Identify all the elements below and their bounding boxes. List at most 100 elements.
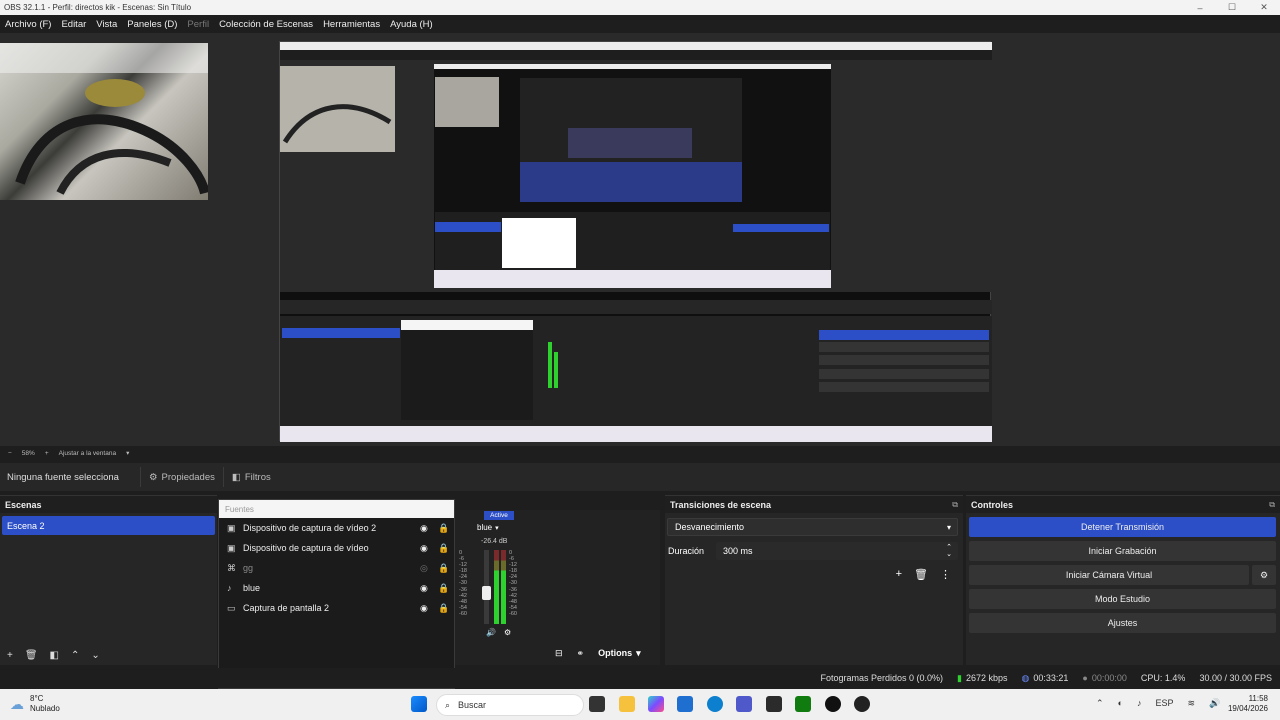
spinner-icon[interactable]: ⌃ ⌄ bbox=[946, 544, 952, 558]
volume-slider-handle[interactable] bbox=[482, 586, 491, 600]
zoom-out-button[interactable]: − bbox=[8, 450, 12, 457]
volume-icon[interactable]: 🔊 bbox=[1209, 698, 1220, 709]
properties-button[interactable]: ⚙ Propiedades bbox=[140, 467, 223, 487]
window-title: OBS 32.1.1 - Perfil: directos kik - Esce… bbox=[4, 3, 192, 12]
start-recording-button[interactable]: Iniciar Grabación bbox=[969, 541, 1276, 561]
menu-editar[interactable]: Editar bbox=[56, 19, 91, 30]
chevron-down-icon[interactable]: ▾ bbox=[495, 524, 499, 532]
weather-temp: 8°C bbox=[30, 694, 44, 703]
task-view-icon[interactable] bbox=[589, 696, 605, 712]
edge-icon[interactable] bbox=[707, 696, 723, 712]
tray-app-icon[interactable]: ◐ bbox=[1118, 698, 1123, 709]
minimize-icon[interactable]: – bbox=[1184, 0, 1216, 15]
stream-icon: ◍ bbox=[1021, 672, 1030, 683]
no-source-label: Ninguna fuente selecciona bbox=[7, 471, 119, 483]
lock-icon[interactable]: 🔒 bbox=[438, 563, 449, 574]
xbox-icon[interactable] bbox=[795, 696, 811, 712]
move-down-icon[interactable]: ⌄ bbox=[91, 650, 99, 661]
close-icon[interactable]: ✕ bbox=[1248, 0, 1280, 15]
source-item[interactable]: ▣ Dispositivo de captura de vídeo ◉ 🔒 bbox=[219, 538, 454, 558]
copilot-icon[interactable] bbox=[648, 696, 664, 712]
mic-icon[interactable]: ♪ bbox=[1137, 698, 1142, 709]
trash-icon[interactable]: 🗑 bbox=[914, 568, 928, 581]
webcam-video-preview bbox=[0, 43, 210, 200]
meter-tick-label: -60 bbox=[459, 610, 467, 617]
source-label: Dispositivo de captura de vídeo 2 bbox=[243, 523, 377, 533]
source-item[interactable]: ▣ Dispositivo de captura de vídeo 2 ◉ 🔒 bbox=[219, 518, 454, 538]
source-label: Dispositivo de captura de vídeo bbox=[243, 543, 369, 553]
properties-label: Propiedades bbox=[161, 471, 215, 483]
eye-icon[interactable]: ◉ bbox=[420, 523, 428, 534]
scenes-footer: + 🗑 ◧ ⌃ ⌄ bbox=[0, 645, 100, 665]
gear-icon[interactable]: ⚙ bbox=[1252, 565, 1276, 585]
menu-bar: Archivo (F) Editar Vista Paneles (D) Per… bbox=[0, 15, 1280, 33]
eye-icon[interactable]: ◉ bbox=[420, 603, 428, 614]
source-item[interactable]: ⌘ gg ◎ 🔒 bbox=[219, 558, 454, 578]
chevron-down-icon[interactable]: ▾ bbox=[126, 449, 129, 457]
settings-button[interactable]: Ajustes bbox=[969, 613, 1276, 633]
mixer-footer: ⊟ ⚭ Options ▾ bbox=[555, 648, 641, 659]
clock-date: 19/04/2026 bbox=[1227, 704, 1268, 713]
trash-icon[interactable]: 🗑 bbox=[25, 650, 38, 661]
add-icon[interactable]: + bbox=[7, 650, 13, 661]
stop-streaming-button[interactable]: Detener Transmisión bbox=[969, 517, 1276, 537]
lock-icon[interactable]: 🔒 bbox=[438, 523, 449, 534]
source-item[interactable]: ♪ blue ◉ 🔒 bbox=[219, 578, 454, 598]
store-icon[interactable] bbox=[677, 696, 693, 712]
language-indicator[interactable]: ESP bbox=[1155, 698, 1173, 709]
tiktok-icon[interactable] bbox=[825, 696, 841, 712]
meter-tick-label: -30 bbox=[459, 580, 467, 587]
taskbar-search[interactable]: ⌕ Buscar bbox=[436, 694, 584, 716]
menu-coleccion-escenas[interactable]: Colección de Escenas bbox=[214, 19, 318, 30]
lock-icon[interactable]: 🔒 bbox=[438, 543, 449, 554]
teams-icon[interactable] bbox=[736, 696, 752, 712]
zoom-fit-label[interactable]: Ajustar a la ventana bbox=[59, 450, 116, 457]
start-virtual-camera-button[interactable]: Iniciar Cámara Virtual bbox=[969, 565, 1249, 585]
clock-time: 11:58 bbox=[1248, 694, 1268, 703]
lock-icon[interactable]: 🔒 bbox=[438, 583, 449, 594]
menu-ayuda[interactable]: Ayuda (H) bbox=[385, 19, 438, 30]
eye-icon[interactable]: ◉ bbox=[420, 583, 428, 594]
file-explorer-icon[interactable] bbox=[619, 696, 635, 712]
chevron-up-icon[interactable]: ⌃ bbox=[1096, 698, 1104, 709]
meter-tick-label: -60 bbox=[509, 610, 517, 617]
system-tray: ⌃ ◐ ♪ ESP ≋ 🔊 bbox=[1096, 698, 1220, 709]
eye-icon[interactable]: ◉ bbox=[420, 543, 428, 554]
move-up-icon[interactable]: ⌃ bbox=[71, 650, 79, 661]
clock[interactable]: 11:58 19/04/2026 bbox=[1224, 694, 1268, 714]
lock-icon[interactable]: 🔒 bbox=[438, 603, 449, 614]
maximize-icon[interactable]: ☐ bbox=[1216, 0, 1248, 15]
zoom-in-button[interactable]: + bbox=[45, 450, 49, 457]
link-icon[interactable]: ⚭ bbox=[577, 648, 585, 659]
transition-selected: Desvanecimiento bbox=[675, 522, 745, 532]
duration-input[interactable]: 300 ms ⌃ ⌄ bbox=[716, 542, 958, 560]
scene-item[interactable]: Escena 2 bbox=[2, 516, 215, 535]
transition-select[interactable]: Desvanecimiento ▾ bbox=[667, 518, 958, 536]
studio-mode-button[interactable]: Modo Estudio bbox=[969, 589, 1276, 609]
status-bar: Fotogramas Perdidos 0 (0.0%) ▮ 2672 kbps… bbox=[0, 668, 1280, 688]
options-button[interactable]: Options ▾ bbox=[598, 648, 641, 659]
menu-herramientas[interactable]: Herramientas bbox=[318, 19, 385, 30]
transitions-dock: Transiciones de escena ⧉ Desvanecimiento… bbox=[665, 495, 963, 665]
popout-icon[interactable]: ⧉ bbox=[952, 500, 958, 510]
gear-icon[interactable]: ⚙ bbox=[504, 628, 511, 637]
menu-paneles[interactable]: Paneles (D) bbox=[122, 19, 182, 30]
more-icon[interactable]: ⋮ bbox=[940, 568, 951, 581]
filters-button[interactable]: ◧ Filtros bbox=[222, 467, 279, 487]
filter-icon[interactable]: ◧ bbox=[50, 650, 59, 661]
menu-perfil[interactable]: Perfil bbox=[182, 19, 214, 30]
weather-widget[interactable]: ☁ 8°C Nublado bbox=[10, 694, 60, 714]
wifi-icon[interactable]: ≋ bbox=[1188, 698, 1196, 709]
obs-icon[interactable] bbox=[854, 696, 870, 712]
app-icon[interactable] bbox=[766, 696, 782, 712]
popout-icon[interactable]: ⧉ bbox=[1269, 500, 1275, 510]
menu-archivo[interactable]: Archivo (F) bbox=[0, 19, 56, 30]
menu-vista[interactable]: Vista bbox=[91, 19, 122, 30]
eye-hidden-icon[interactable]: ◎ bbox=[420, 563, 428, 574]
layout-icon[interactable]: ⊟ bbox=[555, 648, 563, 659]
windows-start-icon[interactable] bbox=[411, 696, 427, 712]
source-item[interactable]: ▭ Captura de pantalla 2 ◉ 🔒 bbox=[219, 598, 454, 618]
meter-tick-label: -42 bbox=[459, 592, 467, 599]
add-icon[interactable]: + bbox=[896, 568, 902, 581]
speaker-icon[interactable]: 🔊 bbox=[486, 628, 496, 637]
